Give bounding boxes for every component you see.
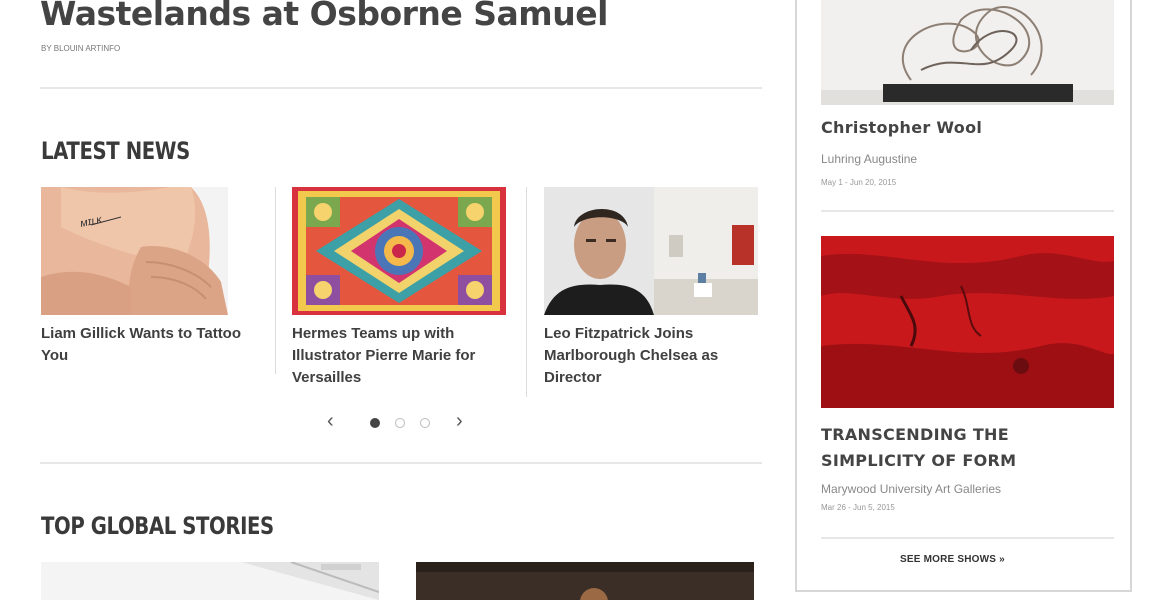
- divider: [526, 187, 527, 397]
- divider: [40, 87, 762, 89]
- carousel-dot-2[interactable]: [395, 418, 405, 428]
- divider: [821, 537, 1114, 539]
- carousel-dot-3[interactable]: [420, 418, 430, 428]
- story-image-1[interactable]: [41, 562, 379, 600]
- carousel-dot-1[interactable]: [370, 418, 380, 428]
- show-venue-2[interactable]: Marywood University Art Galleries: [821, 482, 1001, 496]
- news-image-leo-fitzpatrick[interactable]: [544, 187, 758, 315]
- show-image-transcending[interactable]: [821, 236, 1114, 408]
- article-headline[interactable]: Wastelands at Osborne Samuel: [40, 0, 608, 33]
- show-title-1[interactable]: Christopher Wool: [821, 118, 982, 137]
- latest-news-heading: LATEST NEWS: [41, 137, 190, 165]
- chevron-right-icon[interactable]: ›: [456, 410, 463, 433]
- show-venue-1[interactable]: Luhring Augustine: [821, 152, 917, 166]
- news-image-tattoo[interactable]: ᴍɪʟᴋ: [41, 187, 228, 315]
- show-image-christopher-wool[interactable]: [821, 0, 1114, 105]
- news-title-3[interactable]: Leo Fitzpatrick Joins Marlborough Chelse…: [544, 323, 754, 389]
- top-global-stories-heading: TOP GLOBAL STORIES: [41, 512, 274, 540]
- show-title-2[interactable]: TRANSCENDING THE SIMPLICITY OF FORM: [821, 422, 1081, 474]
- news-image-hermes[interactable]: [292, 187, 506, 315]
- news-title-1[interactable]: Liam Gillick Wants to Tattoo You: [41, 323, 251, 367]
- chevron-left-icon[interactable]: ‹: [327, 410, 334, 433]
- show-dates-1: May 1 - Jun 20, 2015: [821, 178, 897, 187]
- article-byline: BY BLOUIN ARTINFO: [41, 44, 121, 53]
- divider: [821, 210, 1114, 212]
- divider: [40, 462, 762, 464]
- story-image-2[interactable]: [416, 562, 754, 600]
- news-title-2[interactable]: Hermes Teams up with Illustrator Pierre …: [292, 323, 512, 389]
- show-dates-2: Mar 26 - Jun 5, 2015: [821, 503, 895, 512]
- divider: [275, 187, 276, 374]
- see-more-shows-link[interactable]: SEE MORE SHOWS »: [900, 554, 1005, 565]
